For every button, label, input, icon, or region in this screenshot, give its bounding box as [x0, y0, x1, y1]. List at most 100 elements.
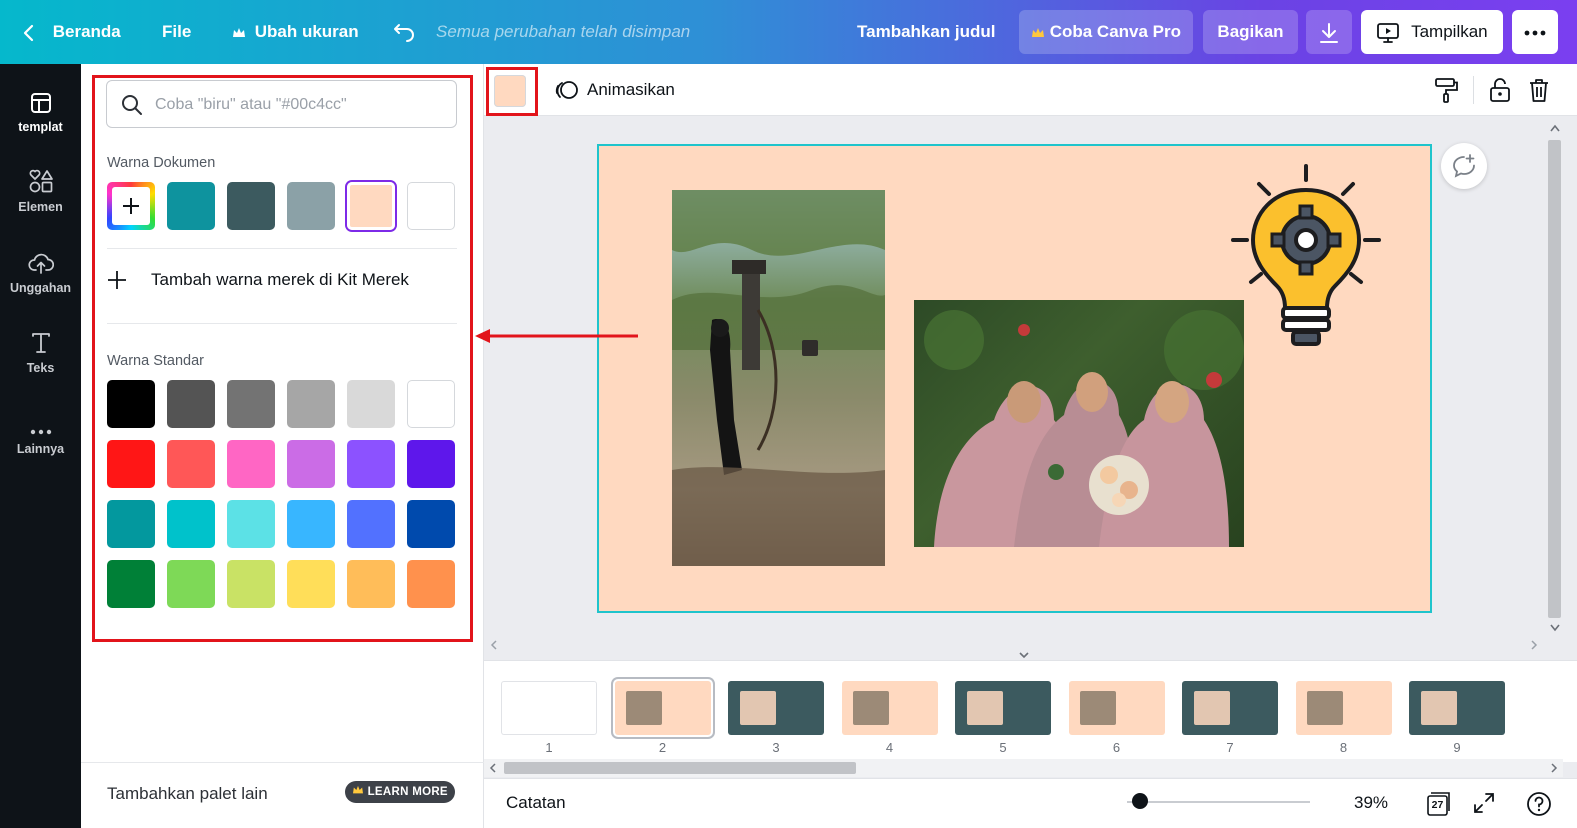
page-count: 27	[1431, 799, 1444, 811]
page-number: 4	[885, 740, 894, 755]
try-pro-label: Coba Canva Pro	[1049, 22, 1182, 41]
scroll-up-icon[interactable]	[1550, 124, 1560, 132]
vertical-scrollbar[interactable]	[1546, 120, 1563, 640]
add-palette-label: Tambahkan palet lain	[107, 784, 268, 803]
sidebar-item-label: Elemen	[18, 200, 63, 214]
scroll-left-icon[interactable]	[490, 640, 498, 650]
page-count-button[interactable]: 27	[1425, 791, 1451, 822]
text-icon	[31, 333, 50, 353]
learn-more-button[interactable]: LEARN MORE	[345, 781, 455, 803]
trash-icon[interactable]	[1527, 76, 1551, 104]
share-button[interactable]: Bagikan	[1203, 10, 1298, 54]
upload-cloud-icon	[27, 253, 54, 274]
scroll-left-icon[interactable]	[489, 763, 497, 773]
sidebar-item-unggahan[interactable]: Unggahan	[0, 241, 81, 311]
horizontal-scrollbar[interactable]	[484, 759, 1563, 777]
page-thumbnail[interactable]	[955, 681, 1051, 735]
page-number: 2	[658, 740, 667, 755]
side-nav: templat Elemen Unggahan Teks Lainnya	[0, 64, 81, 828]
add-palette-row: Tambahkan palet lain LEARN MORE	[81, 762, 484, 828]
lightbulb-gear-icon[interactable]	[1229, 162, 1383, 354]
resize-button[interactable]: Ubah ukuran	[232, 0, 359, 64]
help-icon[interactable]	[1526, 791, 1552, 817]
scrollbar-thumb[interactable]	[1548, 140, 1561, 618]
scroll-right-icon[interactable]	[1550, 763, 1558, 773]
file-menu[interactable]: File	[162, 0, 191, 64]
resize-label: Ubah ukuran	[254, 22, 359, 41]
fullscreen-icon[interactable]	[1473, 792, 1495, 814]
sidebar-item-elemen[interactable]: Elemen	[0, 160, 81, 230]
animate-button[interactable]: Animasikan	[587, 80, 675, 100]
page-thumbnail[interactable]	[1068, 681, 1165, 735]
crown-icon	[1031, 27, 1044, 37]
more-dots-icon	[1524, 30, 1546, 35]
try-pro-button[interactable]: Coba Canva Pro	[1019, 10, 1193, 54]
page-thumbnail[interactable]	[1182, 681, 1278, 735]
group-photo[interactable]	[914, 300, 1244, 547]
page-number: 8	[1339, 740, 1348, 755]
learn-more-label: LEARN MORE	[367, 786, 448, 798]
elements-icon	[29, 169, 53, 193]
page-number: 7	[1226, 740, 1234, 755]
present-button[interactable]: Tampilkan	[1361, 10, 1503, 54]
template-icon	[30, 93, 51, 113]
sidebar-item-lainnya[interactable]: Lainnya	[0, 402, 81, 472]
page-thumbnail[interactable]	[1295, 681, 1392, 735]
bottom-bar: Catatan 39% 27	[484, 778, 1577, 828]
page-number: 9	[1453, 740, 1461, 755]
save-status: Semua perubahan telah disimpan	[436, 22, 691, 41]
thumbnail-preview	[1080, 690, 1117, 726]
more-dots-icon	[30, 429, 51, 435]
highlight-frame	[92, 75, 473, 642]
present-icon	[1377, 22, 1400, 43]
crown-icon	[233, 27, 245, 37]
sidebar-item-label: templat	[18, 120, 63, 134]
undo-icon	[394, 23, 414, 42]
home-label: Beranda	[52, 22, 121, 41]
paint-roller-icon[interactable]	[1433, 76, 1459, 104]
photo-image	[672, 190, 885, 566]
notes-button[interactable]: Catatan	[506, 793, 566, 813]
comment-icon	[1453, 154, 1475, 178]
thumbnail-preview	[626, 690, 663, 726]
chevron-down-icon	[1019, 652, 1029, 659]
add-comment-button[interactable]	[1441, 143, 1487, 189]
scroll-down-icon[interactable]	[1550, 624, 1560, 632]
home-button[interactable]: Beranda	[22, 0, 121, 64]
context-toolbar: Animasikan	[484, 64, 1577, 116]
more-options-button[interactable]	[1512, 10, 1558, 54]
top-bar: Beranda File Ubah ukuran Semua perubahan…	[0, 0, 1577, 64]
scrollbar-thumb[interactable]	[504, 762, 856, 774]
thumbnail-preview	[1307, 690, 1344, 726]
page-thumbnail[interactable]	[614, 681, 711, 735]
undo-button[interactable]	[392, 0, 416, 64]
download-button[interactable]	[1306, 10, 1352, 54]
sidebar-item-teks[interactable]: Teks	[0, 321, 81, 391]
unlock-icon[interactable]	[1488, 76, 1512, 104]
scroll-right-icon[interactable]	[1530, 640, 1538, 650]
add-title-button[interactable]: Tambahkan judul	[857, 0, 996, 64]
zoom-level[interactable]: 39%	[1354, 793, 1388, 813]
zoom-slider-track[interactable]	[1127, 801, 1310, 803]
animate-icon[interactable]	[554, 77, 580, 103]
page-number: 1	[545, 740, 553, 755]
crown-icon	[353, 785, 364, 794]
sidebar-item-label: Teks	[26, 361, 55, 375]
editor-area: Animasikan 1 2 3 4 5 6 7 8 9 Catatan 39%…	[484, 64, 1577, 828]
sidebar-item-templat[interactable]: templat	[0, 80, 81, 150]
page-thumbnail[interactable]	[501, 681, 597, 735]
zoom-slider-handle[interactable]	[1132, 793, 1149, 809]
photo-image	[924, 310, 1244, 547]
page-number: 6	[1112, 740, 1121, 755]
thumbnail-preview	[1193, 690, 1230, 726]
page-thumbnail[interactable]	[841, 681, 938, 735]
thumbnail-preview	[966, 690, 1003, 726]
annotation-arrow	[475, 329, 638, 343]
page-thumbnail[interactable]	[1409, 681, 1505, 735]
page-number: 5	[999, 740, 1007, 755]
design-canvas[interactable]	[597, 144, 1432, 613]
page-thumbnail[interactable]	[728, 681, 824, 735]
highlight-frame	[486, 67, 538, 116]
archery-photo[interactable]	[672, 190, 885, 566]
thumbnail-preview	[1420, 690, 1457, 726]
